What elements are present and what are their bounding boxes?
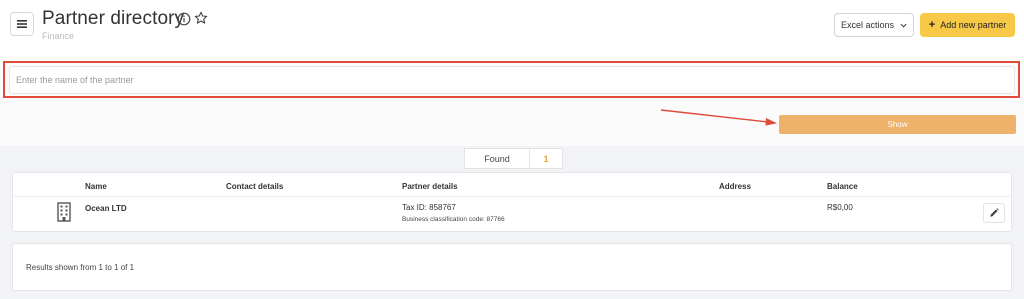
found-label: Found xyxy=(465,149,530,168)
add-new-partner-button[interactable]: + Add new partner xyxy=(920,13,1015,37)
pagination-footer: Results shown from 1 to 1 of 1 xyxy=(12,243,1012,291)
results-area: Found 1 Name Contact details Partner det… xyxy=(0,146,1024,299)
partner-name-search-input[interactable] xyxy=(9,66,1015,94)
found-counter: Found 1 xyxy=(464,148,563,169)
building-icon xyxy=(57,202,71,222)
results-summary: Results shown from 1 to 1 of 1 xyxy=(26,263,135,272)
partner-name[interactable]: Ocean LTD xyxy=(85,204,127,213)
page-header: Partner directory Finance Excel actions … xyxy=(0,0,1024,56)
chevron-down-icon xyxy=(900,23,907,28)
found-count: 1 xyxy=(543,153,549,164)
plus-icon: + xyxy=(928,18,936,31)
partners-table: Name Contact details Partner details Add… xyxy=(12,172,1012,232)
column-header-address: Address xyxy=(719,182,752,191)
partner-tax-id: Tax ID: 858767 xyxy=(402,203,456,212)
annotation-arrow xyxy=(660,109,777,126)
partner-balance: R$0,00 xyxy=(827,203,853,212)
page-subtitle: Finance xyxy=(42,31,75,41)
excel-actions-dropdown[interactable]: Excel actions xyxy=(834,13,914,37)
edit-partner-button[interactable] xyxy=(983,203,1005,223)
search-panel: Show xyxy=(0,56,1024,146)
column-header-partner-details: Partner details xyxy=(402,182,458,191)
pencil-icon xyxy=(990,208,999,217)
header-divider xyxy=(13,196,1011,197)
star-icon[interactable] xyxy=(194,11,208,25)
hamburger-icon xyxy=(17,20,27,28)
info-icon[interactable] xyxy=(177,12,191,26)
menu-toggle-button[interactable] xyxy=(10,12,34,36)
partner-classification-code: Business classification code: 87766 xyxy=(402,216,505,223)
page-title: Partner directory xyxy=(42,8,185,29)
excel-actions-label: Excel actions xyxy=(840,20,895,30)
column-header-name: Name xyxy=(85,182,107,191)
add-new-partner-label: Add new partner xyxy=(940,20,1007,30)
show-button[interactable]: Show xyxy=(779,115,1016,134)
column-header-contact-details: Contact details xyxy=(226,182,284,191)
column-header-balance: Balance xyxy=(827,182,858,191)
